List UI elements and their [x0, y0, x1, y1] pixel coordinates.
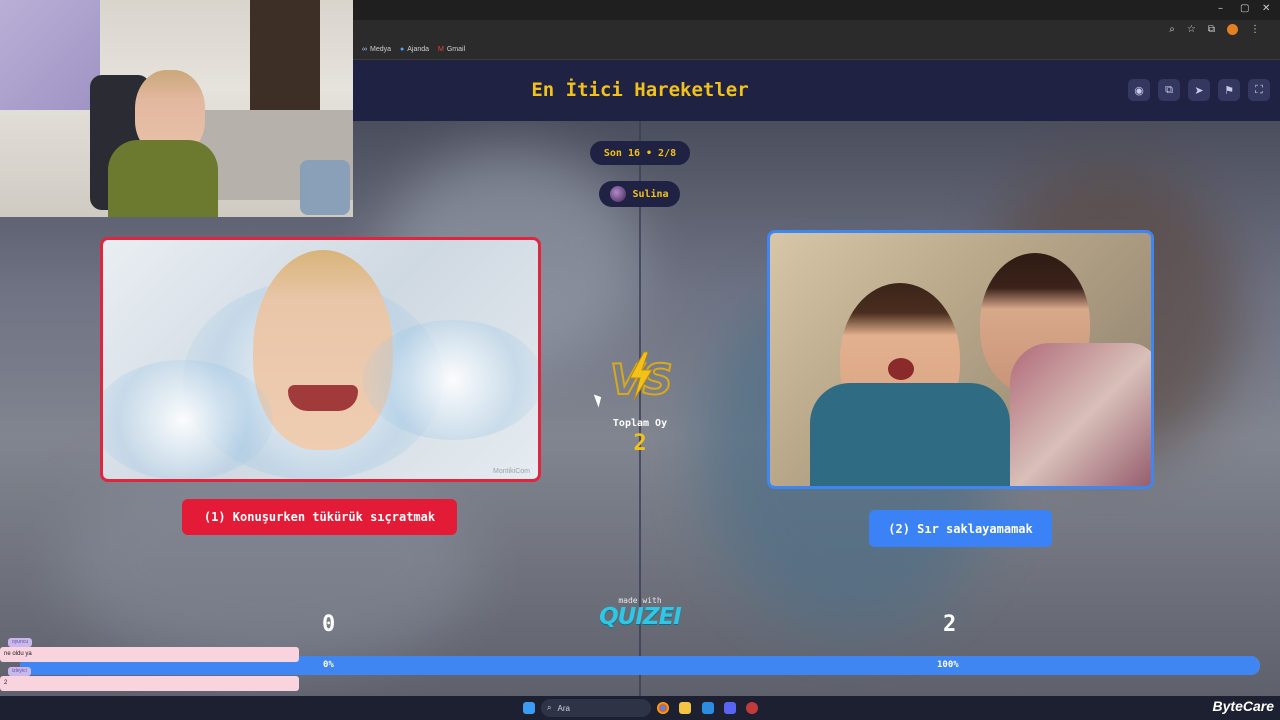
bookmark-ajanda[interactable]: ● Ajanda: [400, 46, 429, 53]
taskbar-search[interactable]: ⌕ Ara: [541, 699, 651, 717]
watermark-brand: ByteCare: [1212, 698, 1274, 714]
option-button-left[interactable]: (1) Konuşurken tükürük sıçratmak: [182, 499, 457, 535]
fullscreen-icon[interactable]: ⛶: [1248, 79, 1270, 101]
minimize-button[interactable]: –: [1218, 3, 1223, 14]
gmail-icon: M: [438, 46, 444, 53]
profile-avatar[interactable]: [1227, 24, 1238, 35]
discord-icon[interactable]: [724, 702, 736, 714]
chat-message: 2: [0, 676, 299, 691]
obs-icon[interactable]: [746, 702, 758, 714]
close-button[interactable]: ✕: [1262, 3, 1270, 14]
windows-start-icon[interactable]: [523, 702, 535, 714]
bookmark-label: Medya: [370, 46, 392, 53]
vs-lightning-icon: VS: [609, 351, 672, 404]
extensions-icon[interactable]: ⧉: [1208, 24, 1215, 35]
chrome-icon[interactable]: [657, 702, 669, 714]
bookmark-gmail[interactable]: M Gmail: [438, 46, 465, 53]
image-watermark: MontikiCom: [493, 468, 530, 475]
header-actions: ◉ ⧉ ➤ ⚑ ⛶: [1128, 79, 1270, 101]
app-icon[interactable]: [702, 702, 714, 714]
maximize-button[interactable]: ▢: [1240, 3, 1249, 14]
search-icon: ⌕: [547, 703, 552, 712]
menu-icon[interactable]: ⋮: [1250, 24, 1260, 35]
round-indicator: Son 16 • 2/8: [590, 141, 690, 165]
avatar: [610, 186, 627, 202]
round-label: Son 16 • 2/8: [603, 147, 677, 159]
bookmark-star-icon[interactable]: ☆: [1187, 24, 1196, 35]
brand-logo[interactable]: QUIZEI: [580, 604, 700, 630]
search-placeholder: Ara: [557, 703, 570, 713]
player-badge: Sulina: [599, 181, 680, 207]
browser-toolbar-icons: ⌕ ☆ ⧉ ⋮: [1169, 24, 1260, 35]
percent-right: 100%: [937, 660, 959, 670]
bookmark-label: Gmail: [446, 46, 466, 53]
bookmark-medya[interactable]: ∞ Medya: [362, 46, 391, 53]
player-name: Sulina: [632, 188, 669, 200]
eye-icon[interactable]: ◉: [1128, 79, 1150, 101]
webcam-overlay: [0, 0, 353, 217]
total-votes-label: Toplam Oy: [612, 418, 668, 429]
chat-message: ne oldu ya: [0, 647, 299, 662]
calendar-icon: ●: [400, 46, 405, 53]
percent-left: 0%: [323, 660, 334, 670]
folder-icon[interactable]: [679, 702, 691, 714]
bookmark-label: Ajanda: [407, 46, 430, 53]
option-card-right[interactable]: [767, 230, 1154, 489]
zoom-icon[interactable]: ⌕: [1169, 24, 1175, 35]
send-icon[interactable]: ➤: [1188, 79, 1210, 101]
chat-username: oyuncu: [8, 638, 33, 647]
score-right: 2: [943, 612, 957, 637]
chat-username: izleyici: [8, 667, 31, 676]
total-votes-value: 2: [633, 431, 647, 456]
share-icon[interactable]: ⧉: [1158, 79, 1180, 101]
score-left: 0: [322, 612, 336, 637]
flag-icon[interactable]: ⚑: [1218, 79, 1240, 101]
media-icon: ∞: [362, 46, 367, 53]
option-card-left[interactable]: MontikiCom: [100, 237, 541, 482]
option-button-right[interactable]: (2) Sır saklayamamak: [869, 510, 1052, 547]
